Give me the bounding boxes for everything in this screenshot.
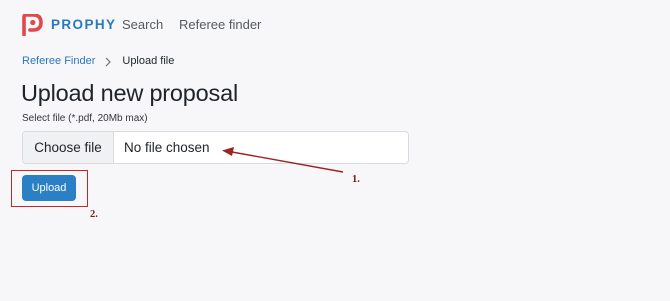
brand-link[interactable]: PROPHY — [22, 14, 116, 36]
page-title: Upload new proposal — [21, 80, 238, 106]
nav-search-link[interactable]: Search — [122, 17, 163, 33]
annotation-highlight-box — [11, 170, 88, 207]
brand-name: PROPHY — [51, 17, 117, 32]
prophy-logo-icon — [22, 14, 43, 36]
breadcrumb: Referee Finder Upload file — [22, 55, 174, 68]
nav-referee-finder-link[interactable]: Referee finder — [179, 17, 261, 33]
file-status-text: No file chosen — [124, 140, 210, 155]
file-field-label: Select file (*.pdf, 20Mb max) — [22, 113, 148, 124]
choose-file-button[interactable]: Choose file — [23, 132, 114, 163]
page: PROPHY Search Referee finder Referee Fin… — [0, 0, 670, 301]
file-input[interactable]: Choose file No file chosen — [22, 131, 409, 164]
top-navbar: PROPHY Search Referee finder — [0, 0, 670, 50]
annotation-label-2: 2. — [90, 209, 98, 220]
breadcrumb-current: Upload file — [122, 55, 175, 67]
breadcrumb-referee-finder-link[interactable]: Referee Finder — [22, 55, 95, 68]
chevron-right-icon — [105, 57, 112, 66]
annotation-label-1: 1. — [352, 174, 360, 185]
